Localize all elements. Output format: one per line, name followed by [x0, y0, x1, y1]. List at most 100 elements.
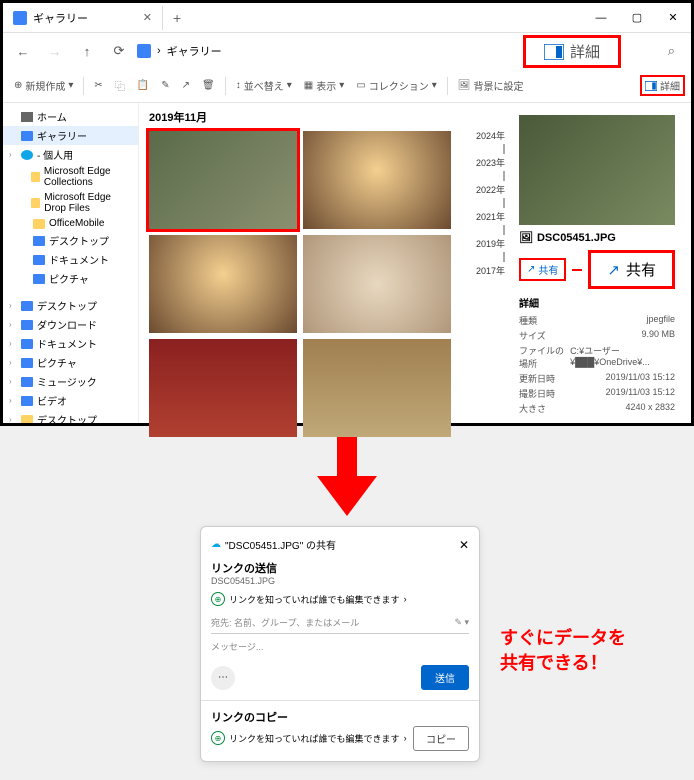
copy-button[interactable]: ⿻	[110, 73, 130, 99]
folder-icon	[21, 339, 33, 349]
message-input[interactable]: メッセージ...	[211, 634, 469, 659]
sidebar-item[interactable]: OfficeMobile	[3, 216, 138, 231]
close-window-button[interactable]: ✕	[655, 4, 691, 32]
year-marker[interactable]: 2022年	[476, 183, 505, 196]
sort-button[interactable]: ↕ 並べ替え ▾	[231, 73, 297, 99]
photo-thumbnail[interactable]	[149, 339, 297, 437]
sidebar: ホームギャラリー ›- 個人用Microsoft Edge Collections…	[3, 103, 139, 423]
collection-button[interactable]: ▭ コレクション ▾	[351, 73, 441, 99]
copy-permission-selector[interactable]: ⊕ リンクを知っていれば誰でも編集できます ›	[211, 731, 407, 745]
sidebar-item[interactable]: ›デスクトップ	[3, 296, 138, 315]
sidebar-item-label: デスクトップ	[49, 233, 109, 248]
folder-icon	[21, 415, 33, 424]
year-marker[interactable]: 2021年	[476, 210, 505, 223]
send-link-heading: リンクの送信	[211, 560, 469, 576]
permission-selector[interactable]: ⊕ リンクを知っていれば誰でも編集できます ›	[211, 592, 469, 606]
sidebar-item[interactable]: Microsoft Edge Drop Files	[3, 190, 138, 216]
sidebar-item[interactable]: ›ドキュメント	[3, 334, 138, 353]
up-button[interactable]: ↑	[73, 37, 101, 65]
close-dialog-button[interactable]: ✕	[459, 538, 469, 552]
details-callout-small[interactable]: 詳細	[640, 75, 685, 96]
breadcrumb[interactable]: ギャラリー	[167, 43, 222, 59]
folder-icon	[21, 358, 33, 368]
dialog-filename: DSC05451.JPG	[211, 576, 469, 586]
year-marker[interactable]: 2023年	[476, 156, 505, 169]
details-pane-icon	[544, 44, 564, 60]
sidebar-item-label: OfficeMobile	[49, 218, 104, 229]
titlebar: ギャラリー ✕ + ― ▢ ✕	[3, 3, 691, 33]
detail-row: 撮影日時2019/11/03 15:12	[519, 386, 675, 401]
folder-icon	[21, 112, 33, 122]
sidebar-item[interactable]: ›ミュージック	[3, 372, 138, 391]
sidebar-item[interactable]: ›ダウンロード	[3, 315, 138, 334]
close-tab-icon[interactable]: ✕	[143, 11, 152, 24]
new-button[interactable]: ⊕ 新規作成 ▾	[9, 73, 78, 99]
paste-button[interactable]: 📋	[132, 73, 154, 99]
recipient-input[interactable]: 宛先: 名前、グループ、またはメール ✎ ▾	[211, 612, 469, 634]
sidebar-item[interactable]: ›ビデオ	[3, 391, 138, 410]
sidebar-item[interactable]: デスクトップ	[3, 231, 138, 250]
tab-title: ギャラリー	[33, 10, 88, 26]
sidebar-item[interactable]: ›- 個人用	[3, 145, 138, 164]
photo-thumbnail[interactable]	[303, 235, 451, 333]
annotation-line	[572, 269, 582, 271]
year-scrollbar[interactable]: 2024年 2023年 2022年 2021年 2019年 2017年	[476, 109, 505, 417]
minimize-button[interactable]: ―	[583, 4, 619, 32]
sidebar-item-label: ピクチャ	[37, 355, 77, 370]
photo-thumbnail[interactable]	[303, 339, 451, 437]
sidebar-item[interactable]: Microsoft Edge Collections	[3, 164, 138, 190]
detail-row: 更新日時2019/11/03 15:12	[519, 371, 675, 386]
sidebar-item-label: Microsoft Edge Drop Files	[44, 192, 132, 214]
view-button[interactable]: ▦ 表示 ▾	[299, 73, 349, 99]
search-icon[interactable]: ⌕	[658, 43, 685, 59]
sidebar-item-label: ダウンロード	[37, 317, 97, 332]
share-button-small[interactable]: ↗ 共有	[519, 258, 566, 281]
photo-thumbnail[interactable]	[149, 235, 297, 333]
send-button[interactable]: 送信	[421, 665, 469, 690]
sidebar-item-label: ギャラリー	[37, 128, 87, 143]
preview-image	[519, 115, 675, 225]
year-marker[interactable]: 2019年	[476, 237, 505, 250]
photo-thumbnail[interactable]	[149, 131, 297, 229]
sidebar-item-label: - 個人用	[37, 147, 73, 162]
sidebar-item[interactable]: ›デスクトップ	[3, 410, 138, 423]
new-tab-button[interactable]: +	[163, 10, 191, 26]
folder-icon	[21, 131, 33, 141]
more-button[interactable]: ⋯	[211, 666, 235, 690]
rename-button[interactable]: ✎	[156, 73, 174, 99]
chevron-right-icon: ›	[157, 45, 161, 57]
sidebar-item[interactable]: ドキュメント	[3, 250, 138, 269]
file-name: DSC05451.JPG	[537, 232, 616, 244]
year-marker[interactable]: 2024年	[476, 129, 505, 142]
back-button[interactable]: ←	[9, 37, 37, 65]
home-icon	[137, 44, 151, 58]
detail-row: ファイルの場所C:¥ユーザー¥███¥OneDrive¥...	[519, 343, 675, 371]
copy-button[interactable]: コピー	[413, 726, 469, 751]
browser-tab[interactable]: ギャラリー ✕	[3, 6, 163, 30]
sidebar-item[interactable]: ギャラリー	[3, 126, 138, 145]
globe-icon: ⊕	[211, 592, 225, 606]
details-pane: 🖼 DSC05451.JPG ↗ 共有 ↗ 共有 詳細 種類	[513, 109, 681, 417]
edit-icon[interactable]: ✎ ▾	[454, 617, 469, 628]
sidebar-item[interactable]: ピクチャ	[3, 269, 138, 288]
share-icon: ↗	[527, 264, 535, 275]
delete-button[interactable]: 🗑	[197, 73, 220, 99]
share-callout-large: ↗ 共有	[588, 250, 675, 289]
share-icon: ↗	[607, 261, 620, 279]
sidebar-item[interactable]: ホーム	[3, 107, 138, 126]
details-pane-icon	[645, 81, 657, 91]
sidebar-item-label: ビデオ	[37, 393, 67, 408]
share-button[interactable]: ↗	[177, 73, 195, 99]
photo-thumbnail[interactable]	[303, 131, 451, 229]
maximize-button[interactable]: ▢	[619, 4, 655, 32]
sidebar-item[interactable]: ›ピクチャ	[3, 353, 138, 372]
year-marker[interactable]: 2017年	[476, 264, 505, 277]
set-background-button[interactable]: 🖼 背景に設定	[453, 73, 529, 99]
refresh-button[interactable]: ⟳	[105, 37, 133, 65]
sidebar-item-label: ミュージック	[37, 374, 97, 389]
sidebar-item-label: ピクチャ	[49, 271, 89, 286]
forward-button[interactable]: →	[41, 37, 69, 65]
folder-icon	[21, 377, 33, 387]
folder-icon	[21, 150, 33, 160]
cut-button[interactable]: ✂	[89, 73, 107, 99]
